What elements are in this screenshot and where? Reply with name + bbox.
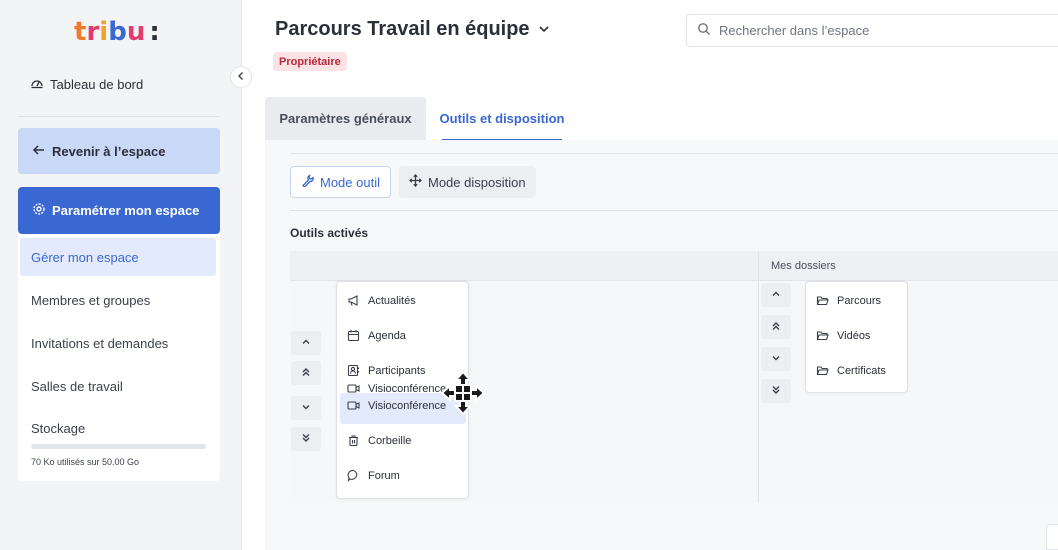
configure-space-button[interactable]: Paramétrer mon espace [18, 187, 220, 234]
video-icon [347, 399, 360, 412]
double-chevron-up-icon [771, 321, 781, 334]
tool-label: Actualités [368, 294, 416, 307]
folder-move-bottom-button[interactable] [761, 379, 791, 403]
chevron-left-icon [236, 70, 246, 84]
double-chevron-up-icon [301, 367, 311, 380]
video-icon [347, 382, 360, 395]
tool-item-videoconference[interactable]: Visioconférence [347, 399, 446, 412]
storage-progress-bar [31, 444, 206, 449]
menu-item-storage[interactable]: Stockage [31, 421, 85, 436]
role-badge: Propriétaire [273, 52, 347, 71]
chevron-up-icon [301, 337, 311, 350]
folder-item-certificats[interactable]: Certificats [816, 364, 886, 377]
divider [290, 210, 1058, 211]
folder-label: Parcours [837, 294, 882, 307]
back-to-space-button[interactable]: Revenir à l’espace [18, 128, 220, 174]
menu-item-invitations[interactable]: Invitations et demandes [31, 336, 168, 351]
svg-text:tribu:: tribu: [74, 17, 160, 46]
trash-icon [347, 434, 360, 447]
folder-icon [816, 329, 829, 342]
folder-move-top-button[interactable] [761, 315, 791, 339]
gear-icon [32, 202, 46, 219]
layout-grid: Mes dossiers Actualités Agenda Participa… [290, 251, 1058, 503]
column-divider [758, 251, 759, 503]
double-chevron-down-icon [771, 385, 781, 398]
tab-general-settings[interactable]: Paramètres généraux [265, 97, 426, 140]
folder-move-up-button[interactable] [761, 283, 791, 307]
page-title-text: Parcours Travail en équipe [275, 18, 530, 40]
right-column-title: Mes dossiers [771, 260, 836, 272]
configure-space-label: Paramétrer mon espace [52, 203, 200, 218]
tool-mode-button[interactable]: Mode outil [290, 166, 391, 198]
tool-mode-label: Mode outil [320, 174, 380, 190]
move-icon [409, 174, 422, 190]
search-icon [697, 22, 711, 39]
folder-label: Certificats [837, 364, 886, 377]
tool-label: Participants [368, 364, 426, 377]
sidebar-item-dashboard[interactable]: Tableau de bord [30, 76, 143, 93]
divider [290, 153, 1058, 154]
tool-label: Visioconférence [368, 382, 447, 395]
dashboard-icon [30, 76, 44, 93]
page-title[interactable]: Parcours Travail en équipe [275, 18, 550, 41]
double-chevron-down-icon [301, 433, 311, 446]
chevron-down-icon [538, 18, 550, 41]
section-title: Outils activés [290, 226, 369, 240]
chat-icon [347, 469, 360, 482]
layout-mode-label: Mode disposition [428, 174, 526, 190]
folder-icon [816, 364, 829, 377]
right-column [759, 281, 1058, 503]
sidebar-divider [18, 116, 220, 117]
tribu-logo[interactable]: tribu: [74, 16, 174, 47]
tool-item-forum[interactable]: Forum [347, 469, 400, 482]
wrench-icon [301, 174, 314, 190]
corner-widget[interactable] [1046, 524, 1058, 550]
folder-move-down-button[interactable] [761, 347, 791, 371]
tab-tools-layout[interactable]: Outils et disposition [426, 97, 578, 140]
layout-mode-button[interactable]: Mode disposition [399, 166, 536, 198]
folder-item-parcours[interactable]: Parcours [816, 294, 881, 307]
sidebar: tribu: Tableau de bord Revenir à l’espac… [0, 0, 242, 550]
folder-icon [816, 294, 829, 307]
grid-header [290, 251, 1058, 281]
tool-item-corbeille[interactable]: Corbeille [347, 434, 411, 447]
space-settings-menu: Gérer mon espace Membres et groupes Invi… [18, 234, 220, 481]
move-up-button[interactable] [291, 331, 321, 355]
main-content: Parcours Travail en équipe Propriétaire … [242, 0, 1058, 550]
tool-label: Agenda [368, 329, 406, 342]
folders-list: Parcours Vidéos Certificats [805, 281, 908, 393]
tool-label: Visioconférence [368, 399, 447, 412]
chevron-up-icon [771, 289, 781, 302]
tool-label: Forum [368, 469, 400, 482]
tool-item-participants[interactable]: Participants [347, 364, 425, 377]
tool-item-actualites[interactable]: Actualités [347, 294, 416, 307]
folder-label: Vidéos [837, 329, 871, 342]
calendar-icon [347, 329, 360, 342]
move-top-button[interactable] [291, 361, 321, 385]
move-bottom-button[interactable] [291, 427, 321, 451]
move-cursor-icon [440, 370, 486, 416]
tools-layout-panel: Mode outil Mode disposition Outils activ… [265, 140, 1058, 550]
dashboard-label: Tableau de bord [50, 77, 144, 92]
tool-item-agenda[interactable]: Agenda [347, 329, 406, 342]
folder-item-videos[interactable]: Vidéos [816, 329, 870, 342]
arrow-left-icon [32, 143, 46, 160]
search-placeholder: Rechercher dans l’espace [719, 23, 870, 38]
menu-item-manage-space[interactable]: Gérer mon espace [31, 250, 139, 265]
search-input[interactable]: Rechercher dans l’espace [686, 14, 1058, 47]
chevron-down-icon [771, 353, 781, 366]
tool-label: Corbeille [368, 434, 412, 447]
collapse-sidebar-button[interactable] [230, 66, 252, 88]
menu-item-workrooms[interactable]: Salles de travail [31, 379, 123, 394]
back-to-space-label: Revenir à l’espace [52, 143, 166, 159]
menu-item-members-groups[interactable]: Membres et groupes [31, 293, 150, 308]
megaphone-icon [347, 294, 360, 307]
move-down-button[interactable] [291, 396, 321, 420]
storage-usage-text: 70 Ko utilisés sur 50.00 Go [31, 457, 140, 467]
contacts-icon [347, 364, 360, 377]
chevron-down-icon [301, 402, 311, 415]
